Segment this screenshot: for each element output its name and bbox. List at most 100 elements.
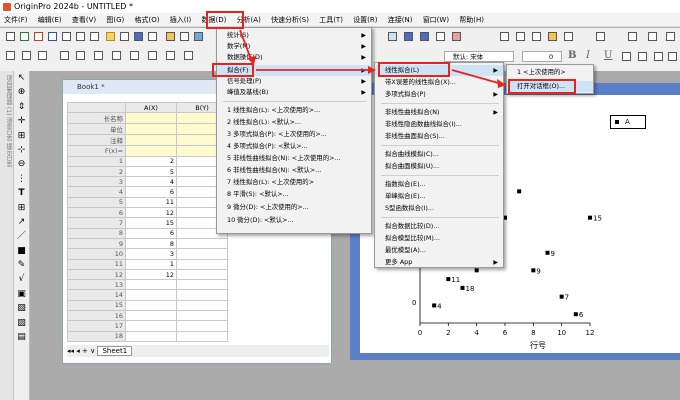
new-layout-icon[interactable] [76,32,85,41]
menu-item-fit-curve-sim[interactable]: 拟合曲线模拟(C)... [375,149,503,160]
tool-icon-8[interactable] [130,51,139,60]
tool-icon-10[interactable] [166,51,175,60]
save-template-icon[interactable] [148,32,157,41]
scale-tool-icon[interactable]: ⇕ [14,100,29,114]
menu-item-nonlinear-fit[interactable]: 非线性曲线拟合(N) ▶ [375,107,503,118]
italic-button[interactable]: I [586,50,590,61]
tool-icon-4[interactable] [60,51,69,60]
cell-a[interactable]: 8 [125,237,177,250]
recent-item[interactable]: 5 非线性曲线拟合(N): <上次使用的>... [217,153,371,164]
worksheet-grid[interactable]: A(X) B(Y) 长名称 单位 注释 F(x)= 124 25 34 46 5… [67,101,228,342]
rows-icon[interactable] [436,32,445,41]
recent-item[interactable]: 4 多项式拟合(P): <默认>... [217,141,371,152]
x-axis-title[interactable]: 行号 [530,340,546,351]
recent-item[interactable]: 6 非线性曲线拟合(N): <默认>... [217,165,371,176]
cell-a[interactable]: 6 [125,227,177,239]
cell-a[interactable]: 15 [125,217,177,229]
tool-icon-3[interactable] [38,51,47,60]
new-project-icon[interactable] [6,32,15,41]
rectangle-tool-icon[interactable]: ■ [14,244,29,258]
cell-a[interactable]: 12 [125,207,177,219]
first-sheet-button[interactable]: ◂◂ [67,347,74,355]
menu-item-compare-datasets[interactable]: 拟合数据比较(D)... [375,221,503,232]
font-name-select[interactable]: 默认: 宋体 [444,51,514,62]
cell-a[interactable]: 4 [125,176,177,188]
recent-item[interactable]: 2 线性拟合(L): <默认>... [217,117,371,128]
greek-icon[interactable] [654,52,663,61]
menu-help[interactable]: 帮助(H) [455,13,488,27]
menu-item-statistics[interactable]: 统计(S) ▶ [217,30,371,41]
recent-item[interactable]: 7 线性拟合(L): <上次使用的> [217,177,371,188]
sort-icon[interactable] [628,32,637,41]
tool-icon-7[interactable] [112,51,121,60]
crosshair-tool-icon[interactable]: ✛ [14,114,29,128]
open-icon[interactable] [106,32,115,41]
menu-item-best-model[interactable]: 最优模型(A)... [375,245,503,256]
add-sheet-button[interactable]: + [82,347,88,355]
matrix-icon[interactable] [404,32,413,41]
columns-icon[interactable] [420,32,429,41]
cell-a[interactable]: 12 [125,268,177,281]
data-reader-icon[interactable]: ⊹ [14,143,29,157]
screen-reader-icon[interactable]: ⊞ [14,129,29,143]
cell-a[interactable]: 3 [125,248,177,260]
menu-graph[interactable]: 图(G) [102,13,128,27]
menu-settings[interactable]: 设置(R) [349,13,381,27]
sheet-list-button[interactable]: ∨ [90,347,95,355]
tool-icon-9[interactable] [148,51,157,60]
recent-item[interactable]: 3 多项式拟合(P): <上次使用的>... [217,129,371,140]
cell-b[interactable] [176,268,228,281]
lock-tool-icon[interactable]: ▤ [14,330,29,344]
brush-tool-icon[interactable]: ✎ [14,258,29,272]
new-graph-icon[interactable] [34,32,43,41]
menu-tools[interactable]: 工具(T) [315,13,347,27]
draw-data-icon[interactable]: ⋮ [14,172,29,186]
import-wizard-icon[interactable] [180,32,189,41]
import-icon[interactable] [166,32,175,41]
menu-item-exponential-fit[interactable]: 指数拟合(E)... [375,179,503,190]
superscript-icon[interactable] [622,52,631,61]
mask-tool-icon[interactable]: ⊖ [14,157,29,171]
graph-legend[interactable]: A [610,115,646,129]
chart-icon[interactable] [548,32,557,41]
export-icon[interactable] [194,32,203,41]
region-tool-icon-2[interactable]: ▨ [14,316,29,330]
new-notes-icon[interactable] [90,32,99,41]
menu-item-single-peak-fit[interactable]: 单峰拟合(E)... [375,191,503,202]
column-a-header[interactable]: A(X) [125,101,177,114]
menu-item-nonlinear-implicit[interactable]: 非线性隐函数曲线拟合(I)... [375,119,503,130]
equation-tool-icon[interactable]: √ [14,272,29,286]
menu-item-data-manipulation[interactable]: 数据操作(D) ▶ [217,52,371,63]
add-table-icon[interactable]: ⊞ [14,201,29,215]
font-color-icon[interactable] [668,52,677,61]
menu-item-fit-surface-sim[interactable]: 拟合曲面模拟(U)... [375,161,503,172]
stats-icon[interactable] [532,32,541,41]
region-tool-icon[interactable]: ▧ [14,301,29,315]
table-icon[interactable] [500,32,509,41]
menu-item-math[interactable]: 数学(M) ▶ [217,41,371,52]
menu-item-sigmoid-fit[interactable]: S型函数拟合(I)... [375,203,503,214]
menu-item-last-used[interactable]: 1 <上次使用的> [507,67,593,78]
recent-item[interactable]: 9 微分(D): <上次使用的>... [217,202,371,213]
menu-item-nonlinear-surface[interactable]: 非线性曲面拟合(S)... [375,131,503,142]
menu-item-polynomial-fit[interactable]: 多项式拟合(P) ▶ [375,89,503,100]
menu-window[interactable]: 窗口(W) [419,13,453,27]
menu-insert[interactable]: 插入(I) [166,13,196,27]
image-tool-icon[interactable]: ▣ [14,287,29,301]
chart-small-icon[interactable] [666,32,675,41]
menu-format[interactable]: 格式(O) [130,13,163,27]
pointer-tool-icon[interactable]: ↖ [14,71,29,85]
text-tool-icon[interactable]: T [14,186,29,200]
menu-item-more-apps[interactable]: 更多 App ▶ [375,257,503,268]
tool-icon-1[interactable] [6,51,15,60]
cell-b[interactable] [176,258,228,270]
menu-edit[interactable]: 编辑(E) [34,13,66,27]
prev-sheet-button[interactable]: ◂ [76,347,80,355]
bold-button[interactable]: B [568,50,576,61]
subscript-icon[interactable] [638,52,647,61]
plot-icon[interactable] [452,32,461,41]
cell-a[interactable]: 11 [125,196,177,209]
menu-connect[interactable]: 连接(N) [384,13,417,27]
recent-item[interactable]: 1 线性拟合(L): <上次使用的>... [217,105,371,116]
tool-icon-11[interactable] [184,51,193,60]
